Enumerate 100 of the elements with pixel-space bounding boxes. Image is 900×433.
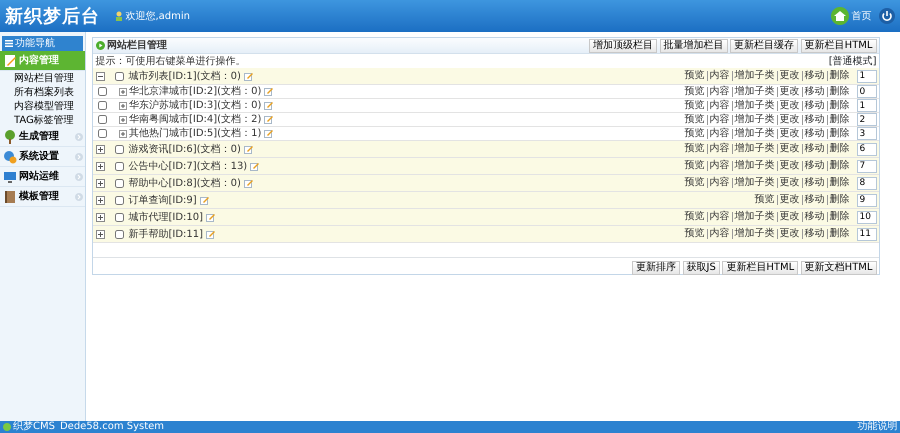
action-link[interactable]: 删除 (826, 100, 852, 110)
order-field[interactable]: 6 (856, 142, 876, 156)
action-link[interactable]: 更改 (776, 161, 802, 171)
expand-icon[interactable] (96, 178, 104, 188)
footer-button[interactable]: 更新栏目HTML (722, 261, 798, 275)
action-link[interactable]: 删除 (826, 71, 852, 81)
action-link[interactable]: 删除 (826, 144, 852, 154)
action-link[interactable]: 内容 (706, 86, 732, 96)
row-checkbox[interactable] (114, 178, 124, 188)
action-link[interactable]: 更改 (776, 178, 802, 188)
toolbar-button[interactable]: 更新栏目HTML (800, 38, 876, 52)
action-link[interactable]: 内容 (706, 71, 732, 81)
action-link[interactable]: 增加子类 (732, 114, 776, 124)
action-link[interactable]: 预览 (682, 128, 706, 138)
action-link[interactable]: 移动 (802, 229, 826, 239)
action-link[interactable]: 预览 (682, 100, 706, 110)
footer-button[interactable]: 更新文档HTML (800, 261, 876, 275)
action-link[interactable]: 内容 (706, 229, 732, 239)
action-link[interactable]: 移动 (802, 178, 826, 188)
expand-icon[interactable] (118, 88, 126, 96)
order-field[interactable]: 2 (856, 113, 876, 126)
toolbar-button[interactable]: 更新栏目缓存 (730, 38, 798, 52)
action-link[interactable]: 内容 (706, 212, 732, 222)
expand-icon[interactable] (118, 116, 126, 124)
expand-icon[interactable] (118, 130, 126, 138)
row-checkbox[interactable] (114, 196, 124, 204)
action-link[interactable]: 增加子类 (732, 229, 776, 239)
sidebar-group[interactable]: 生成管理 (0, 127, 85, 147)
toolbar-button[interactable]: 增加顶级栏目 (589, 38, 658, 52)
order-field[interactable]: 9 (856, 194, 876, 206)
action-link[interactable]: 删除 (826, 229, 852, 239)
action-link[interactable]: 增加子类 (732, 100, 776, 110)
order-field[interactable]: 1 (856, 70, 876, 82)
action-link[interactable]: 预览 (682, 212, 706, 222)
order-field[interactable]: 1 (856, 99, 876, 112)
row-checkbox[interactable] (114, 144, 124, 154)
action-link[interactable]: 增加子类 (732, 161, 776, 171)
action-link[interactable]: 预览 (682, 161, 706, 171)
home-icon[interactable] (831, 7, 849, 25)
action-link[interactable]: 更改 (776, 86, 802, 96)
row-checkbox[interactable] (114, 230, 124, 238)
row-checkbox[interactable] (114, 72, 124, 80)
action-link[interactable]: 删除 (826, 128, 852, 138)
sidebar-item[interactable]: 内容模型管理 (0, 99, 85, 113)
action-link[interactable]: 删除 (826, 178, 852, 188)
row-checkbox[interactable] (98, 101, 106, 110)
order-field[interactable]: 3 (856, 127, 876, 140)
action-link[interactable]: 移动 (802, 212, 826, 222)
action-link[interactable]: 内容 (706, 161, 732, 171)
row-checkbox[interactable] (98, 129, 106, 138)
sidebar-group[interactable]: 网站运维 (0, 167, 85, 187)
action-link[interactable]: 删除 (826, 114, 852, 124)
order-field[interactable]: 10 (856, 210, 876, 224)
action-link[interactable]: 内容 (706, 128, 732, 138)
action-link[interactable]: 增加子类 (732, 71, 776, 81)
row-checkbox[interactable] (114, 162, 124, 170)
action-link[interactable]: 更改 (776, 100, 802, 110)
power-icon[interactable] (879, 8, 895, 24)
action-link[interactable]: 增加子类 (732, 212, 776, 222)
sidebar-group[interactable]: 模板管理 (0, 187, 85, 207)
action-link[interactable]: 增加子类 (732, 178, 776, 188)
home-link[interactable]: 首页 (852, 8, 872, 24)
help-link[interactable]: 功能说明 (858, 421, 898, 433)
collapse-icon[interactable] (96, 72, 104, 80)
expand-icon[interactable] (118, 102, 126, 110)
expand-icon[interactable] (96, 230, 104, 238)
action-link[interactable]: 增加子类 (732, 128, 776, 138)
action-link[interactable]: 更改 (776, 212, 802, 222)
action-link[interactable]: 预览 (682, 229, 706, 239)
sidebar-item[interactable]: 所有档案列表 (0, 85, 85, 99)
action-link[interactable]: 移动 (802, 71, 826, 81)
row-checkbox[interactable] (114, 212, 124, 222)
action-link[interactable]: 更改 (776, 195, 802, 205)
action-link[interactable]: 预览 (682, 114, 706, 124)
action-link[interactable]: 预览 (752, 195, 776, 205)
action-link[interactable]: 移动 (802, 195, 826, 205)
action-link[interactable]: 内容 (706, 100, 732, 110)
sidebar-item[interactable]: TAG标签管理 (0, 113, 85, 127)
action-link[interactable]: 预览 (682, 71, 706, 81)
action-link[interactable]: 内容 (706, 144, 732, 154)
order-field[interactable]: 8 (856, 176, 876, 190)
action-link[interactable]: 更改 (776, 114, 802, 124)
action-link[interactable]: 删除 (826, 195, 852, 205)
expand-icon[interactable] (96, 162, 104, 170)
action-link[interactable]: 预览 (682, 178, 706, 188)
action-link[interactable]: 更改 (776, 144, 802, 154)
order-field[interactable]: 7 (856, 160, 876, 172)
action-link[interactable]: 内容 (706, 114, 732, 124)
sidebar-group[interactable]: 系统设置 (0, 147, 85, 167)
action-link[interactable]: 移动 (802, 144, 826, 154)
action-link[interactable]: 内容 (706, 178, 732, 188)
order-field[interactable]: 0 (856, 85, 876, 98)
action-link[interactable]: 预览 (682, 86, 706, 96)
row-checkbox[interactable] (98, 87, 106, 96)
mode-link[interactable]: [普通模式] (828, 54, 876, 68)
action-link[interactable]: 移动 (802, 100, 826, 110)
action-link[interactable]: 移动 (802, 128, 826, 138)
action-link[interactable]: 预览 (682, 144, 706, 154)
expand-icon[interactable] (96, 196, 104, 204)
footer-button[interactable]: 获取JS (682, 261, 720, 275)
